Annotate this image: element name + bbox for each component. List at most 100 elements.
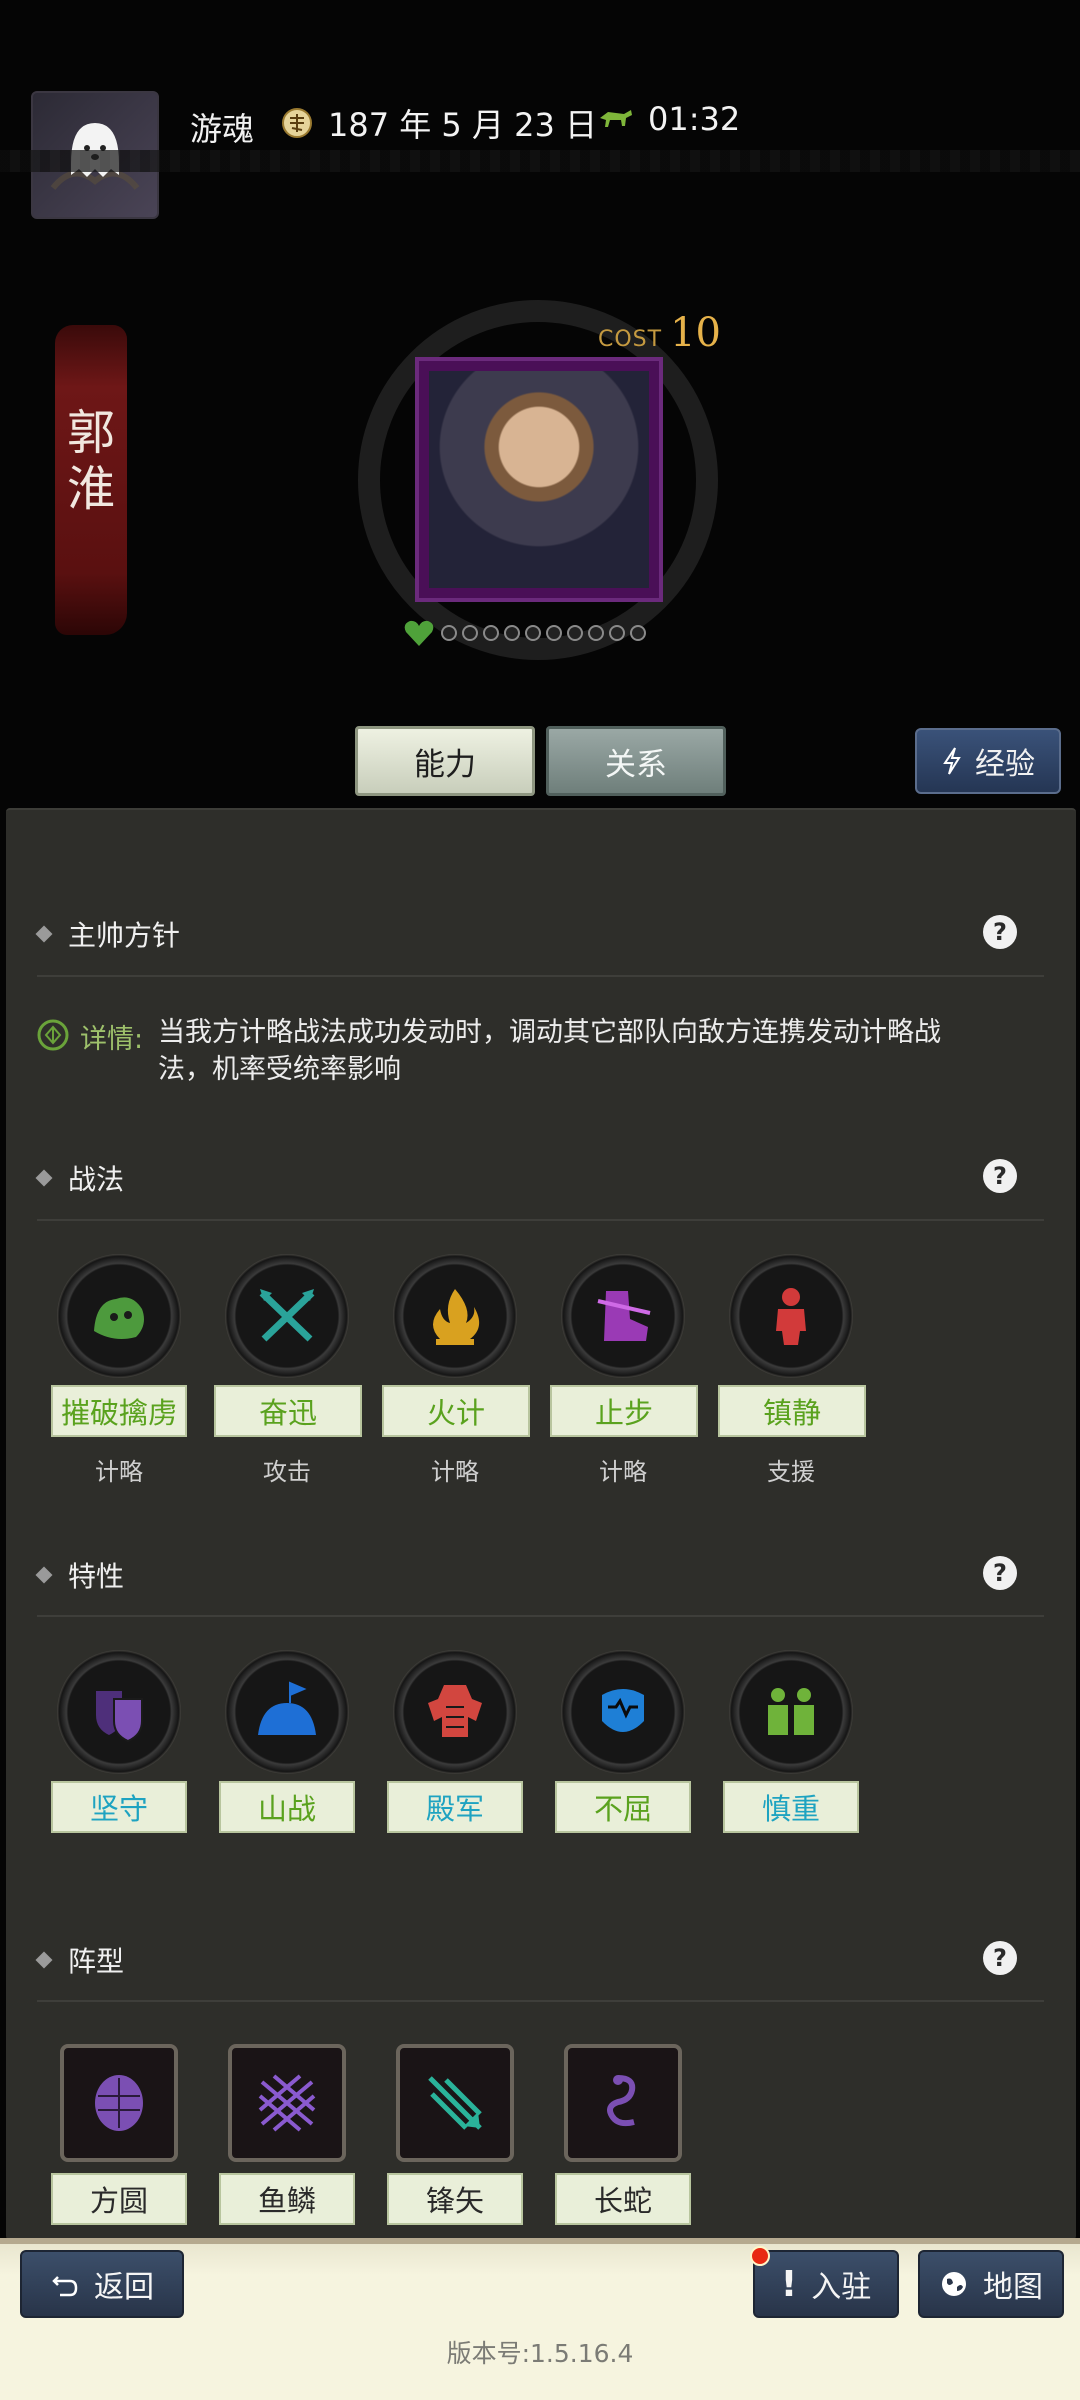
tactic-slot[interactable] <box>729 1254 853 1378</box>
station-label: 入驻 <box>811 2270 872 2305</box>
tactic-name[interactable]: 奋迅 <box>214 1385 362 1437</box>
tactic-category: 计略 <box>95 1458 143 1486</box>
two-figures-icon <box>768 1688 814 1735</box>
trait-slot[interactable] <box>57 1650 181 1774</box>
tactic-name[interactable]: 止步 <box>550 1385 698 1437</box>
help-icon[interactable]: ? <box>983 1941 1017 1975</box>
tactic-slot[interactable] <box>57 1254 181 1378</box>
tactic-slot[interactable] <box>561 1254 685 1378</box>
tab-relations[interactable]: 关系 <box>546 726 726 796</box>
tactic-name[interactable]: 摧破擒虏 <box>51 1385 187 1437</box>
star-dot <box>483 625 499 641</box>
back-button[interactable]: 返回 <box>20 2250 184 2318</box>
section-title: 特性 <box>68 1560 125 1593</box>
divider <box>37 1219 1044 1221</box>
section-title: 主帅方针 <box>68 919 181 952</box>
formation-name[interactable]: 锋矢 <box>387 2173 523 2225</box>
exclamation-icon: ! <box>780 2263 798 2305</box>
back-label: 返回 <box>94 2270 154 2305</box>
tactic-slot[interactable] <box>225 1254 349 1378</box>
time-text: 01:32 <box>648 100 741 138</box>
formation-slot[interactable] <box>228 2044 346 2162</box>
tactic-category: 计略 <box>599 1458 647 1486</box>
shields-icon <box>96 1691 143 1743</box>
section-commander-header: 主帅方针 <box>35 914 181 954</box>
turtle-shell-icon <box>95 2075 143 2131</box>
boot-icon <box>597 1291 651 1341</box>
cost-value: 10 <box>670 310 721 356</box>
trait-name[interactable]: 不屈 <box>555 1781 691 1833</box>
armor-icon <box>428 1685 482 1737</box>
snake-icon <box>607 2075 636 2127</box>
horse-icon <box>600 110 632 127</box>
tactic-category: 支援 <box>767 1458 815 1486</box>
map-button[interactable]: 地图 <box>918 2250 1064 2318</box>
mask-icon <box>602 1689 644 1732</box>
mountain-flag-icon <box>258 1681 316 1735</box>
calendar-seal-icon <box>282 108 312 138</box>
star-rank <box>402 618 646 648</box>
tab-ability[interactable]: 能力 <box>355 726 535 796</box>
trait-slot[interactable] <box>225 1650 349 1774</box>
cost-display: COST 10 <box>598 310 721 356</box>
formation-slot[interactable] <box>396 2044 514 2162</box>
star-dot <box>525 625 541 641</box>
player-name: 游魂 <box>190 110 255 148</box>
general-name-char-1: 郭 <box>66 405 115 461</box>
version-text: 版本号:1.5.16.4 <box>446 2339 634 2368</box>
formation-name[interactable]: 方圆 <box>51 2173 187 2225</box>
section-traits-header: 特性 <box>35 1555 125 1595</box>
detail-emblem-icon <box>37 1019 69 1051</box>
date-text: 187 年 5 月 23 日 <box>328 106 598 144</box>
experience-button[interactable]: 经验 <box>915 728 1061 794</box>
figure-icon <box>776 1288 806 1345</box>
goblin-icon <box>94 1297 144 1339</box>
divider <box>37 975 1044 977</box>
formation-slot[interactable] <box>564 2044 682 2162</box>
lightning-icon <box>943 747 961 775</box>
time-display: 01:32 <box>598 100 740 138</box>
general-name: 郭 淮 <box>55 405 127 517</box>
star-dot <box>546 625 562 641</box>
general-portrait[interactable] <box>415 357 663 602</box>
trait-name[interactable]: 山战 <box>219 1781 355 1833</box>
tactic-slot[interactable] <box>393 1254 517 1378</box>
experience-label: 经验 <box>975 747 1035 782</box>
section-title: 阵型 <box>68 1945 125 1978</box>
divider <box>37 2000 1044 2002</box>
trait-name[interactable]: 殿军 <box>387 1781 523 1833</box>
station-button[interactable]: ! 入驻 <box>753 2250 899 2318</box>
trait-name[interactable]: 坚守 <box>51 1781 187 1833</box>
top-fringe <box>0 150 1080 172</box>
star-dot <box>588 625 604 641</box>
tactic-category: 攻击 <box>263 1458 311 1486</box>
tactic-name[interactable]: 火计 <box>382 1385 530 1437</box>
section-tactics-header: 战法 <box>35 1158 125 1198</box>
star-dot <box>504 625 520 641</box>
star-dot <box>630 625 646 641</box>
heart-icon <box>404 620 434 646</box>
portrait-image <box>429 371 649 588</box>
diamond-bullet-icon <box>35 1566 53 1584</box>
trait-slot[interactable] <box>729 1650 853 1774</box>
tactic-category: 计略 <box>431 1458 479 1486</box>
formation-slot[interactable] <box>60 2044 178 2162</box>
formation-name[interactable]: 鱼鳞 <box>219 2173 355 2225</box>
star-dot <box>567 625 583 641</box>
section-title: 战法 <box>68 1163 125 1196</box>
tactic-name[interactable]: 镇静 <box>718 1385 866 1437</box>
help-icon[interactable]: ? <box>983 1159 1017 1193</box>
trait-slot[interactable] <box>393 1650 517 1774</box>
section-formations-header: 阵型 <box>35 1940 125 1980</box>
star-dot <box>462 625 478 641</box>
detail-text: 当我方计略战法成功发动时，调动其它部队向敌方连携发动计略战法，机率受统率影响 <box>158 1017 941 1085</box>
diamond-bullet-icon <box>35 1951 53 1969</box>
diamond-bullet-icon <box>35 1169 53 1187</box>
fire-icon <box>433 1289 480 1345</box>
formation-name[interactable]: 长蛇 <box>555 2173 691 2225</box>
trait-slot[interactable] <box>561 1650 685 1774</box>
help-icon[interactable]: ? <box>983 1556 1017 1590</box>
trait-name[interactable]: 慎重 <box>723 1781 859 1833</box>
general-name-char-2: 淮 <box>66 461 115 517</box>
help-icon[interactable]: ? <box>983 915 1017 949</box>
